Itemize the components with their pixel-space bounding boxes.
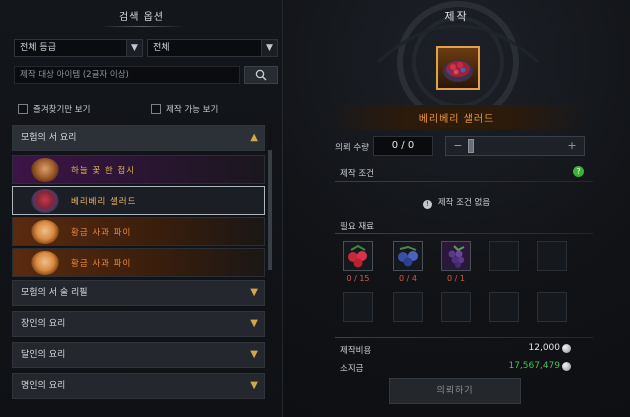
material-slot[interactable] — [343, 241, 373, 271]
recipe-row[interactable]: 하늘 꽃 한 접시 — [12, 155, 265, 184]
quantity-label: 의뢰 수량 — [335, 143, 369, 153]
chevron-down-icon: ▼ — [250, 318, 258, 329]
chevron-down-icon: ▼ — [126, 40, 142, 56]
chevron-down-icon: ▼ — [250, 349, 258, 360]
chevron-up-icon: ▲ — [250, 132, 258, 143]
empty-material-slot — [537, 241, 567, 271]
favorites-checkbox[interactable] — [18, 104, 28, 114]
category-expert-cooking[interactable]: 달인의 요리 ▼ — [12, 342, 265, 368]
category-label: 명인의 요리 — [21, 381, 66, 391]
grade-select-value: 전체 등급 — [20, 43, 56, 53]
recipe-name: 황금 사과 파이 — [71, 227, 132, 238]
material-count: 0 / 4 — [399, 274, 417, 283]
category-label: 모험의 서 요리 — [21, 133, 77, 143]
list-scrollbar-thumb[interactable] — [268, 150, 272, 270]
recipe-row[interactable]: 황금 사과 파이 — [12, 217, 265, 246]
empty-material-slot — [393, 292, 423, 322]
empty-material-slot — [489, 241, 519, 271]
slider-handle[interactable] — [468, 139, 474, 153]
chevron-down-icon: ▼ — [250, 287, 258, 298]
crafted-item-slot[interactable] — [436, 46, 480, 90]
category-adventure-cooking[interactable]: 모험의 서 요리 ▲ — [12, 125, 265, 151]
material-slot[interactable] — [441, 241, 471, 271]
info-icon: ! — [422, 200, 432, 209]
craftable-only-toggle[interactable]: 제작 가능 보기 — [151, 102, 218, 116]
silver-coin-icon — [562, 362, 571, 371]
no-conditions-text: 제작 조건 없음 — [437, 198, 491, 208]
grade-select[interactable]: 전체 등급 ▼ — [14, 39, 143, 57]
berry-salad-icon — [443, 60, 473, 82]
category-adventure-drink-refill[interactable]: 모험의 서 술 리필 ▼ — [12, 280, 265, 306]
empty-material-slot — [537, 292, 567, 322]
section-divider — [335, 181, 593, 182]
title-divider — [100, 26, 184, 27]
request-button[interactable]: 의뢰하기 — [389, 378, 521, 404]
section-divider — [335, 233, 593, 234]
owned-value: 17,567,479 — [508, 361, 560, 371]
recipe-name: 베리베리 샐러드 — [71, 196, 137, 207]
help-icon[interactable]: ? — [573, 166, 584, 177]
cost-value: 12,000 — [528, 343, 561, 353]
materials-label: 필요 재료 — [340, 222, 374, 232]
pie-dish-icon — [31, 157, 59, 182]
recipe-row-selected[interactable]: 베리베리 샐러드 — [12, 186, 265, 215]
crafted-item-name: 베리베리 샐러드 — [418, 114, 495, 125]
category-master-cooking[interactable]: 명인의 요리 ▼ — [12, 373, 265, 399]
section-divider — [335, 337, 593, 338]
conditions-label: 제작 조건 — [340, 169, 374, 179]
search-icon — [255, 69, 267, 81]
material-count: 0 / 15 — [346, 274, 370, 283]
craft-panel: 제작 베리베리 샐러드 의뢰 수량 0 / 0 − + 제작 조건 ? ! 제작 … — [283, 0, 630, 417]
search-panel: 검색 옵션 전체 등급 ▼ 전체 ▼ 제작 대상 아이템 (2글자 이상) 즐겨… — [0, 0, 283, 417]
type-select-value: 전체 — [153, 43, 170, 53]
cost-label: 제작비용 — [340, 346, 372, 356]
favorites-only-label: 즐겨찾기만 보기 — [33, 105, 91, 115]
craftable-checkbox[interactable] — [151, 104, 161, 114]
chevron-down-icon: ▼ — [261, 40, 277, 56]
search-button[interactable] — [244, 66, 278, 84]
favorites-only-toggle[interactable]: 즐겨찾기만 보기 — [18, 102, 90, 116]
no-conditions-message: ! 제작 조건 없음 — [283, 196, 630, 209]
recipe-row[interactable]: 황금 사과 파이 — [12, 248, 265, 277]
red-berries-icon — [348, 244, 367, 268]
empty-material-slot — [441, 292, 471, 322]
recipe-name: 황금 사과 파이 — [71, 258, 132, 269]
quantity-field[interactable]: 0 / 0 — [373, 136, 433, 156]
blue-berries-icon — [398, 245, 418, 267]
owned-label: 소지금 — [340, 364, 364, 374]
material-count: 0 / 1 — [447, 274, 465, 283]
increase-button[interactable]: + — [564, 138, 580, 154]
material-slot[interactable] — [393, 241, 423, 271]
recipe-name: 하늘 꽃 한 접시 — [71, 165, 136, 176]
quantity-slider[interactable]: − + — [445, 136, 585, 156]
silver-coin-icon — [562, 344, 571, 353]
craft-title: 제작 — [444, 10, 469, 23]
category-label: 모험의 서 술 리필 — [21, 288, 88, 298]
category-label: 장인의 요리 — [21, 319, 66, 329]
apple-pie-icon — [31, 219, 59, 244]
apple-pie-icon — [31, 250, 59, 275]
empty-material-slot — [343, 292, 373, 322]
category-artisan-cooking[interactable]: 장인의 요리 ▼ — [12, 311, 265, 337]
craftable-only-label: 제작 가능 보기 — [166, 105, 219, 115]
chevron-down-icon: ▼ — [250, 380, 258, 391]
decrease-button[interactable]: − — [450, 138, 466, 154]
category-label: 달인의 요리 — [21, 350, 66, 360]
type-select[interactable]: 전체 ▼ — [147, 39, 278, 57]
search-options-title: 검색 옵션 — [119, 12, 164, 23]
empty-material-slot — [489, 292, 519, 322]
search-input[interactable]: 제작 대상 아이템 (2글자 이상) — [14, 66, 240, 84]
purple-grapes-icon — [448, 245, 465, 268]
berry-salad-icon — [31, 188, 59, 213]
